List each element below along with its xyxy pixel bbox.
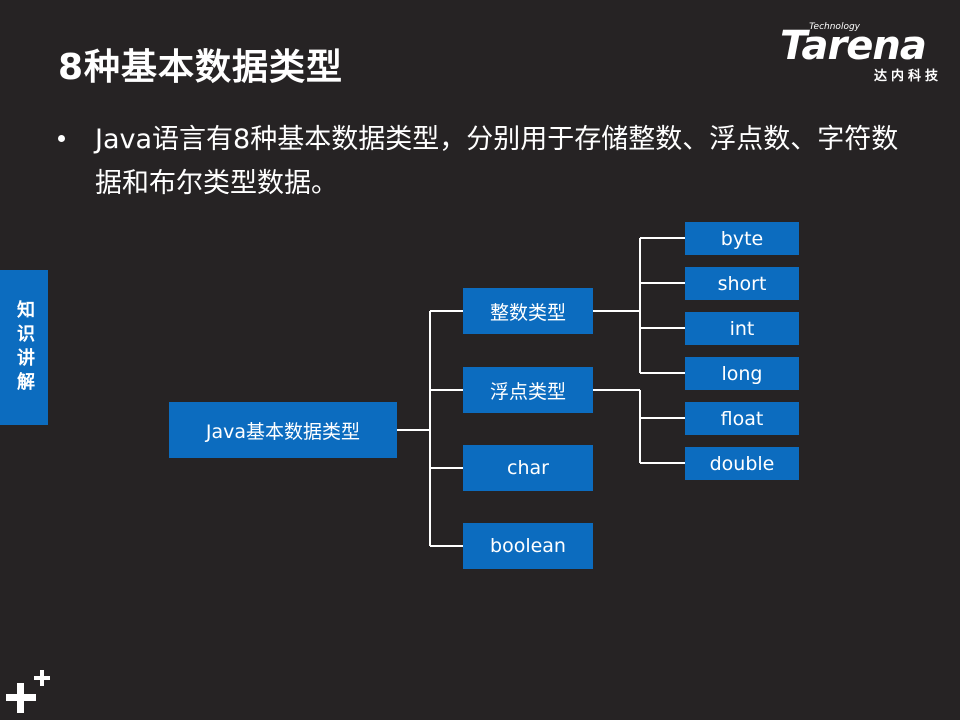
type-int: int: [685, 312, 799, 345]
diagram-connectors: [397, 237, 685, 547]
type-float: float: [685, 402, 799, 435]
type-long: long: [685, 357, 799, 390]
root-node: Java基本数据类型: [169, 402, 397, 458]
category-boolean: boolean: [463, 523, 593, 569]
type-double: double: [685, 447, 799, 480]
category-integer: 整数类型: [463, 288, 593, 334]
type-byte: byte: [685, 222, 799, 255]
category-float: 浮点类型: [463, 367, 593, 413]
plus-decoration-icon: [6, 670, 50, 713]
type-short: short: [685, 267, 799, 300]
category-char: char: [463, 445, 593, 491]
